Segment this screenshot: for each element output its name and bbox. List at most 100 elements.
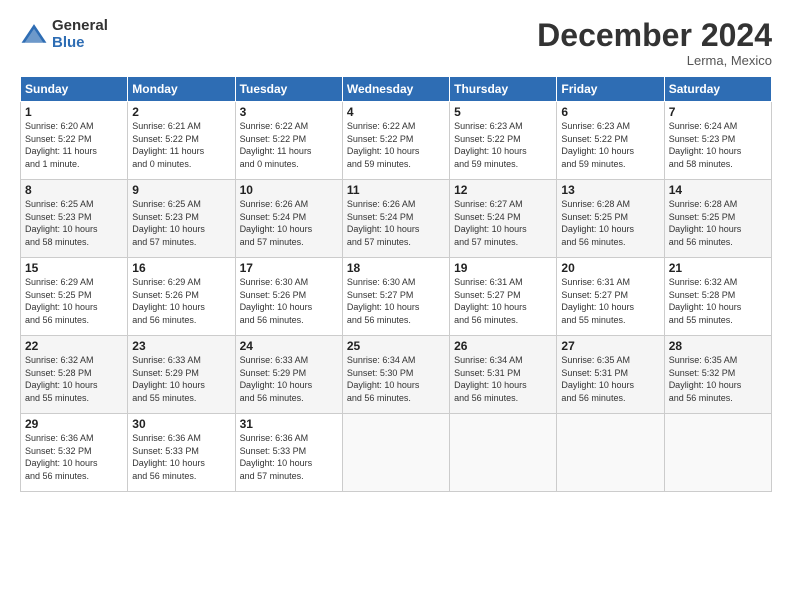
cell-w1-d4: 4Sunrise: 6:22 AM Sunset: 5:22 PM Daylig… <box>342 102 449 180</box>
cell-w4-d6: 27Sunrise: 6:35 AM Sunset: 5:31 PM Dayli… <box>557 336 664 414</box>
col-wednesday: Wednesday <box>342 77 449 102</box>
cell-w3-d2: 16Sunrise: 6:29 AM Sunset: 5:26 PM Dayli… <box>128 258 235 336</box>
day-number: 30 <box>132 417 230 431</box>
cell-w1-d3: 3Sunrise: 6:22 AM Sunset: 5:22 PM Daylig… <box>235 102 342 180</box>
cell-w2-d6: 13Sunrise: 6:28 AM Sunset: 5:25 PM Dayli… <box>557 180 664 258</box>
day-detail: Sunrise: 6:25 AM Sunset: 5:23 PM Dayligh… <box>132 198 230 248</box>
cell-w2-d1: 8Sunrise: 6:25 AM Sunset: 5:23 PM Daylig… <box>21 180 128 258</box>
cell-w5-d4 <box>342 414 449 492</box>
logo-icon <box>20 21 48 49</box>
cell-w2-d3: 10Sunrise: 6:26 AM Sunset: 5:24 PM Dayli… <box>235 180 342 258</box>
cell-w1-d1: 1Sunrise: 6:20 AM Sunset: 5:22 PM Daylig… <box>21 102 128 180</box>
cell-w4-d2: 23Sunrise: 6:33 AM Sunset: 5:29 PM Dayli… <box>128 336 235 414</box>
day-detail: Sunrise: 6:23 AM Sunset: 5:22 PM Dayligh… <box>454 120 552 170</box>
week-row-3: 15Sunrise: 6:29 AM Sunset: 5:25 PM Dayli… <box>21 258 772 336</box>
day-number: 15 <box>25 261 123 275</box>
day-number: 18 <box>347 261 445 275</box>
logo-general-text: General <box>52 18 108 35</box>
cell-w3-d5: 19Sunrise: 6:31 AM Sunset: 5:27 PM Dayli… <box>450 258 557 336</box>
cell-w5-d7 <box>664 414 771 492</box>
col-monday: Monday <box>128 77 235 102</box>
cell-w4-d4: 25Sunrise: 6:34 AM Sunset: 5:30 PM Dayli… <box>342 336 449 414</box>
logo: General Blue <box>20 18 108 51</box>
day-detail: Sunrise: 6:27 AM Sunset: 5:24 PM Dayligh… <box>454 198 552 248</box>
week-row-5: 29Sunrise: 6:36 AM Sunset: 5:32 PM Dayli… <box>21 414 772 492</box>
cell-w4-d7: 28Sunrise: 6:35 AM Sunset: 5:32 PM Dayli… <box>664 336 771 414</box>
day-detail: Sunrise: 6:30 AM Sunset: 5:26 PM Dayligh… <box>240 276 338 326</box>
calendar-page: General Blue December 2024 Lerma, Mexico… <box>0 0 792 502</box>
day-detail: Sunrise: 6:28 AM Sunset: 5:25 PM Dayligh… <box>561 198 659 248</box>
day-number: 24 <box>240 339 338 353</box>
day-detail: Sunrise: 6:23 AM Sunset: 5:22 PM Dayligh… <box>561 120 659 170</box>
cell-w5-d1: 29Sunrise: 6:36 AM Sunset: 5:32 PM Dayli… <box>21 414 128 492</box>
day-detail: Sunrise: 6:22 AM Sunset: 5:22 PM Dayligh… <box>347 120 445 170</box>
day-detail: Sunrise: 6:35 AM Sunset: 5:32 PM Dayligh… <box>669 354 767 404</box>
cell-w5-d3: 31Sunrise: 6:36 AM Sunset: 5:33 PM Dayli… <box>235 414 342 492</box>
day-detail: Sunrise: 6:29 AM Sunset: 5:25 PM Dayligh… <box>25 276 123 326</box>
day-detail: Sunrise: 6:36 AM Sunset: 5:33 PM Dayligh… <box>240 432 338 482</box>
cell-w2-d7: 14Sunrise: 6:28 AM Sunset: 5:25 PM Dayli… <box>664 180 771 258</box>
cell-w1-d6: 6Sunrise: 6:23 AM Sunset: 5:22 PM Daylig… <box>557 102 664 180</box>
cell-w1-d2: 2Sunrise: 6:21 AM Sunset: 5:22 PM Daylig… <box>128 102 235 180</box>
month-title: December 2024 <box>537 18 772 53</box>
day-number: 28 <box>669 339 767 353</box>
cell-w2-d4: 11Sunrise: 6:26 AM Sunset: 5:24 PM Dayli… <box>342 180 449 258</box>
day-number: 1 <box>25 105 123 119</box>
day-number: 16 <box>132 261 230 275</box>
day-number: 2 <box>132 105 230 119</box>
column-headers: Sunday Monday Tuesday Wednesday Thursday… <box>21 77 772 102</box>
day-detail: Sunrise: 6:25 AM Sunset: 5:23 PM Dayligh… <box>25 198 123 248</box>
day-number: 7 <box>669 105 767 119</box>
cell-w5-d6 <box>557 414 664 492</box>
day-number: 27 <box>561 339 659 353</box>
col-sunday: Sunday <box>21 77 128 102</box>
day-detail: Sunrise: 6:29 AM Sunset: 5:26 PM Dayligh… <box>132 276 230 326</box>
day-detail: Sunrise: 6:35 AM Sunset: 5:31 PM Dayligh… <box>561 354 659 404</box>
cell-w5-d5 <box>450 414 557 492</box>
header: General Blue December 2024 Lerma, Mexico <box>20 18 772 68</box>
day-detail: Sunrise: 6:26 AM Sunset: 5:24 PM Dayligh… <box>347 198 445 248</box>
day-number: 29 <box>25 417 123 431</box>
day-number: 19 <box>454 261 552 275</box>
day-detail: Sunrise: 6:22 AM Sunset: 5:22 PM Dayligh… <box>240 120 338 170</box>
day-detail: Sunrise: 6:34 AM Sunset: 5:30 PM Dayligh… <box>347 354 445 404</box>
day-number: 13 <box>561 183 659 197</box>
day-number: 21 <box>669 261 767 275</box>
col-friday: Friday <box>557 77 664 102</box>
day-number: 11 <box>347 183 445 197</box>
day-number: 4 <box>347 105 445 119</box>
day-detail: Sunrise: 6:30 AM Sunset: 5:27 PM Dayligh… <box>347 276 445 326</box>
day-detail: Sunrise: 6:21 AM Sunset: 5:22 PM Dayligh… <box>132 120 230 170</box>
day-number: 23 <box>132 339 230 353</box>
day-number: 6 <box>561 105 659 119</box>
day-number: 9 <box>132 183 230 197</box>
week-row-1: 1Sunrise: 6:20 AM Sunset: 5:22 PM Daylig… <box>21 102 772 180</box>
location: Lerma, Mexico <box>537 53 772 68</box>
day-number: 12 <box>454 183 552 197</box>
cell-w2-d5: 12Sunrise: 6:27 AM Sunset: 5:24 PM Dayli… <box>450 180 557 258</box>
day-detail: Sunrise: 6:32 AM Sunset: 5:28 PM Dayligh… <box>669 276 767 326</box>
day-number: 5 <box>454 105 552 119</box>
week-row-2: 8Sunrise: 6:25 AM Sunset: 5:23 PM Daylig… <box>21 180 772 258</box>
day-detail: Sunrise: 6:26 AM Sunset: 5:24 PM Dayligh… <box>240 198 338 248</box>
day-detail: Sunrise: 6:31 AM Sunset: 5:27 PM Dayligh… <box>454 276 552 326</box>
day-number: 8 <box>25 183 123 197</box>
day-number: 14 <box>669 183 767 197</box>
cell-w1-d7: 7Sunrise: 6:24 AM Sunset: 5:23 PM Daylig… <box>664 102 771 180</box>
col-saturday: Saturday <box>664 77 771 102</box>
cell-w4-d3: 24Sunrise: 6:33 AM Sunset: 5:29 PM Dayli… <box>235 336 342 414</box>
week-row-4: 22Sunrise: 6:32 AM Sunset: 5:28 PM Dayli… <box>21 336 772 414</box>
cell-w3-d4: 18Sunrise: 6:30 AM Sunset: 5:27 PM Dayli… <box>342 258 449 336</box>
logo-blue-text: Blue <box>52 35 108 52</box>
day-detail: Sunrise: 6:34 AM Sunset: 5:31 PM Dayligh… <box>454 354 552 404</box>
cell-w1-d5: 5Sunrise: 6:23 AM Sunset: 5:22 PM Daylig… <box>450 102 557 180</box>
day-detail: Sunrise: 6:36 AM Sunset: 5:32 PM Dayligh… <box>25 432 123 482</box>
day-detail: Sunrise: 6:31 AM Sunset: 5:27 PM Dayligh… <box>561 276 659 326</box>
logo-text: General Blue <box>52 18 108 51</box>
day-detail: Sunrise: 6:20 AM Sunset: 5:22 PM Dayligh… <box>25 120 123 170</box>
day-number: 26 <box>454 339 552 353</box>
day-number: 31 <box>240 417 338 431</box>
col-thursday: Thursday <box>450 77 557 102</box>
day-number: 25 <box>347 339 445 353</box>
day-number: 3 <box>240 105 338 119</box>
